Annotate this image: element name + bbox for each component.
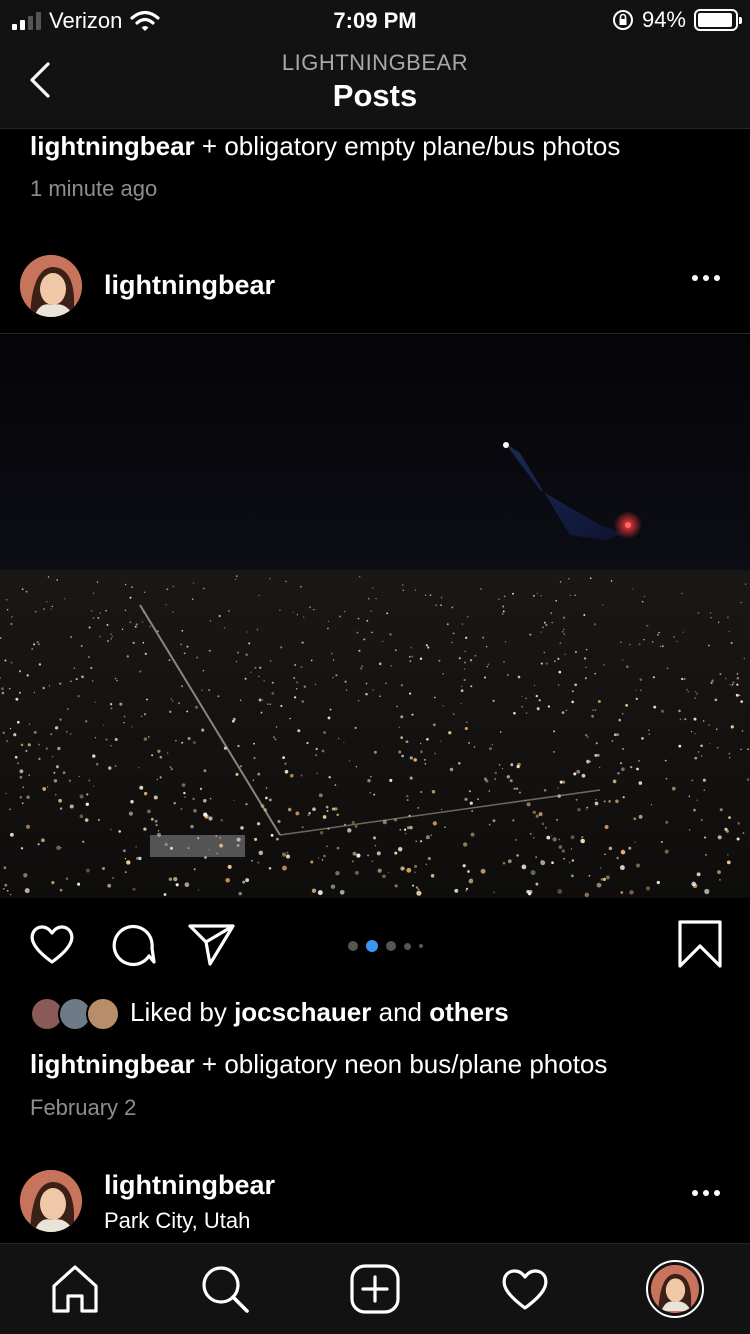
bookmark-icon[interactable] xyxy=(674,918,726,970)
avatar[interactable] xyxy=(20,1170,82,1232)
post-photo[interactable] xyxy=(0,335,750,898)
post-caption-text: + obligatory neon bus/plane photos xyxy=(201,1049,608,1079)
page-dot xyxy=(366,940,378,952)
liked-by-user[interactable]: jocschauer xyxy=(234,997,371,1027)
post-actions xyxy=(0,898,750,994)
add-icon[interactable] xyxy=(348,1262,402,1316)
post-username[interactable]: lightningbear xyxy=(104,270,275,301)
liked-by-text: Liked by jocschauer and others xyxy=(130,997,509,1028)
post-caption-user[interactable]: lightningbear xyxy=(30,1049,195,1079)
status-bar: Verizon 7:09 PM 94% xyxy=(0,0,750,40)
post-header: lightningbear xyxy=(0,237,750,333)
prev-post-time: 1 minute ago xyxy=(30,176,158,201)
avatar[interactable] xyxy=(20,255,82,317)
image-page-dots xyxy=(348,940,423,952)
prev-post-caption: lightningbear + obligatory empty plane/b… xyxy=(30,130,620,162)
next-post-header: lightningbear Park City, Utah xyxy=(0,1152,750,1243)
likes-row[interactable]: Liked by jocschauer and others xyxy=(30,994,730,1034)
post-caption: lightningbear + obligatory neon bus/plan… xyxy=(30,1048,607,1080)
prev-post-caption-user[interactable]: lightningbear xyxy=(30,131,195,161)
liker-avatar xyxy=(86,997,120,1031)
more-icon[interactable] xyxy=(692,1190,720,1196)
more-icon[interactable] xyxy=(692,275,720,281)
divider xyxy=(0,333,750,334)
home-icon[interactable] xyxy=(48,1262,102,1316)
heart-icon[interactable] xyxy=(26,918,78,970)
page-dot xyxy=(386,941,396,951)
next-post-username[interactable]: lightningbear xyxy=(104,1170,275,1201)
prev-post-caption-text: + obligatory empty plane/bus photos xyxy=(201,131,621,161)
comment-icon[interactable] xyxy=(107,918,159,970)
rotation-lock-icon xyxy=(612,10,633,30)
profile-tab-avatar[interactable] xyxy=(646,1260,704,1318)
share-icon[interactable] xyxy=(186,918,238,970)
liked-by-others[interactable]: others xyxy=(429,997,508,1027)
page-dot xyxy=(404,942,411,950)
activity-heart-icon[interactable] xyxy=(498,1262,552,1316)
post-date: February 2 xyxy=(30,1095,137,1120)
battery-percent: 94% xyxy=(641,7,686,32)
profile-username-header: LIGHTNINGBEAR xyxy=(281,50,469,75)
tab-bar xyxy=(0,1243,750,1334)
nav-header: LIGHTNINGBEAR Posts xyxy=(0,40,750,129)
liked-by-prefix: Liked by xyxy=(130,997,227,1027)
page-dot xyxy=(348,941,358,951)
search-icon[interactable] xyxy=(198,1262,252,1316)
city-lights-image xyxy=(0,442,750,898)
liked-by-and: and xyxy=(378,997,422,1027)
feed: lightningbear + obligatory empty plane/b… xyxy=(0,130,750,1243)
page-title: Posts xyxy=(332,78,418,113)
next-post-location[interactable]: Park City, Utah xyxy=(104,1208,250,1234)
battery-icon xyxy=(694,9,742,31)
page-dot xyxy=(419,944,423,948)
liker-avatars xyxy=(30,997,120,1031)
status-right: 94% xyxy=(612,7,742,33)
